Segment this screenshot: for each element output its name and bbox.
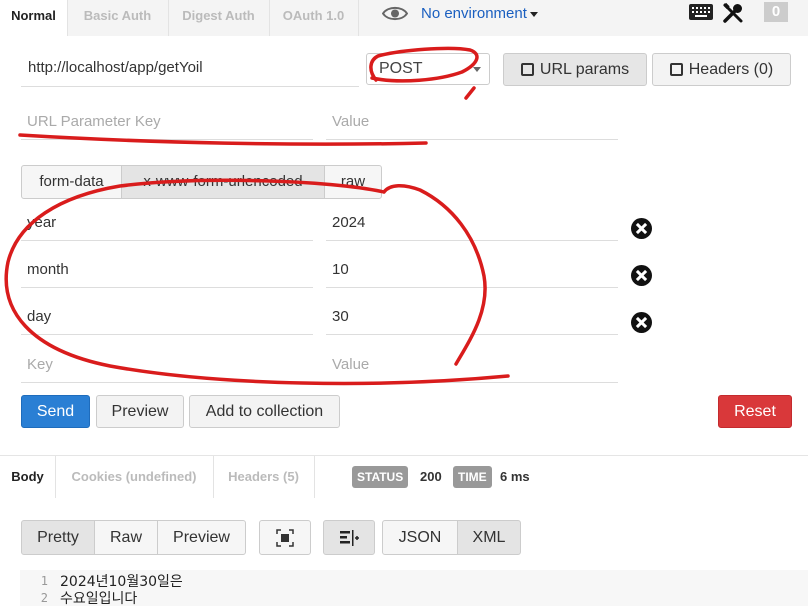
tab-normal[interactable]: Normal — [0, 0, 68, 36]
time-badge: TIME — [453, 466, 492, 488]
chevron-down-icon — [529, 11, 538, 17]
form-key-underline — [21, 334, 313, 335]
annotation-form-loop — [4, 178, 510, 386]
url-param-value-input[interactable]: Value — [332, 113, 369, 130]
new-key-underline — [21, 382, 313, 383]
form-value-input[interactable]: 10 — [332, 261, 349, 278]
form-value-underline — [326, 287, 618, 288]
remove-row-icon[interactable] — [631, 312, 652, 333]
settings-tools-icon[interactable] — [722, 2, 744, 24]
add-to-collection-button[interactable]: Add to collection — [189, 395, 340, 428]
new-value-underline — [326, 382, 618, 383]
remove-row-icon[interactable] — [631, 265, 652, 286]
form-key-input[interactable]: month — [27, 261, 69, 278]
form-key-underline — [21, 240, 313, 241]
form-key-input[interactable]: day — [27, 308, 51, 325]
new-value-input[interactable]: Value — [332, 356, 369, 373]
body-mode-raw[interactable]: raw — [324, 165, 382, 199]
url-param-key-underline — [21, 139, 313, 140]
response-tab-body[interactable]: Body — [0, 456, 56, 498]
response-tab-cookies[interactable]: Cookies (undefined) — [55, 456, 214, 498]
tab-digest-auth[interactable]: Digest Auth — [168, 0, 270, 36]
body-mode-urlencoded[interactable]: x-www-form-urlencoded — [121, 165, 325, 199]
status-value: 200 — [420, 469, 442, 484]
method-value: POST — [379, 60, 423, 77]
headers-button[interactable]: Headers (0) — [652, 53, 791, 86]
response-tab-headers[interactable]: Headers (5) — [213, 456, 315, 498]
form-key-input[interactable]: year — [27, 214, 56, 231]
body-mode-form-data[interactable]: form-data — [21, 165, 122, 199]
wrap-toggle-button[interactable] — [323, 520, 375, 555]
tab-basic-auth[interactable]: Basic Auth — [67, 0, 169, 36]
keyboard-icon[interactable] — [688, 2, 714, 22]
url-params-label: URL params — [539, 61, 630, 78]
reset-button[interactable]: Reset — [718, 395, 792, 428]
edit-icon — [669, 63, 683, 76]
remove-row-icon[interactable] — [631, 218, 652, 239]
form-key-underline — [21, 287, 313, 288]
line-number: 1 — [40, 574, 48, 588]
red-annotation-overlay — [4, 46, 510, 386]
edit-icon — [520, 63, 534, 76]
form-value-input[interactable]: 30 — [332, 308, 349, 325]
response-line: 수요일입니다 — [60, 591, 138, 607]
form-value-underline — [326, 334, 618, 335]
url-input[interactable]: http://localhost/app/getYoil — [28, 59, 203, 76]
headers-label: Headers (0) — [688, 61, 774, 78]
new-key-input[interactable]: Key — [27, 356, 53, 373]
environment-label: No environment — [421, 5, 527, 22]
url-param-value-underline — [326, 139, 618, 140]
view-raw[interactable]: Raw — [94, 520, 158, 555]
fullscreen-button[interactable] — [259, 520, 311, 555]
form-value-input[interactable]: 2024 — [332, 214, 365, 231]
send-button[interactable]: Send — [21, 395, 90, 428]
response-body: 1 2024년10월30일은 2 수요일입니다 — [20, 570, 808, 607]
url-input-underline — [21, 86, 359, 87]
url-param-key-input[interactable]: URL Parameter Key — [27, 113, 161, 130]
view-preview[interactable]: Preview — [157, 520, 246, 555]
status-badge: STATUS — [352, 466, 409, 488]
align-wrap-icon — [340, 530, 359, 546]
preview-button[interactable]: Preview — [96, 395, 184, 428]
url-params-button[interactable]: URL params — [503, 53, 647, 86]
form-value-underline — [326, 240, 618, 241]
format-xml[interactable]: XML — [457, 520, 521, 555]
eye-icon — [382, 6, 408, 21]
view-pretty[interactable]: Pretty — [21, 520, 95, 555]
chevron-down-icon — [473, 67, 481, 72]
time-value: 6 ms — [500, 469, 530, 484]
tab-oauth[interactable]: OAuth 1.0 — [269, 0, 359, 36]
environment-select[interactable]: No environment — [421, 3, 538, 25]
format-json[interactable]: JSON — [382, 520, 458, 555]
method-select[interactable]: POST — [366, 53, 490, 85]
fullscreen-icon — [276, 529, 294, 547]
notification-counter[interactable]: 0 — [764, 2, 788, 22]
line-number: 2 — [40, 591, 48, 605]
